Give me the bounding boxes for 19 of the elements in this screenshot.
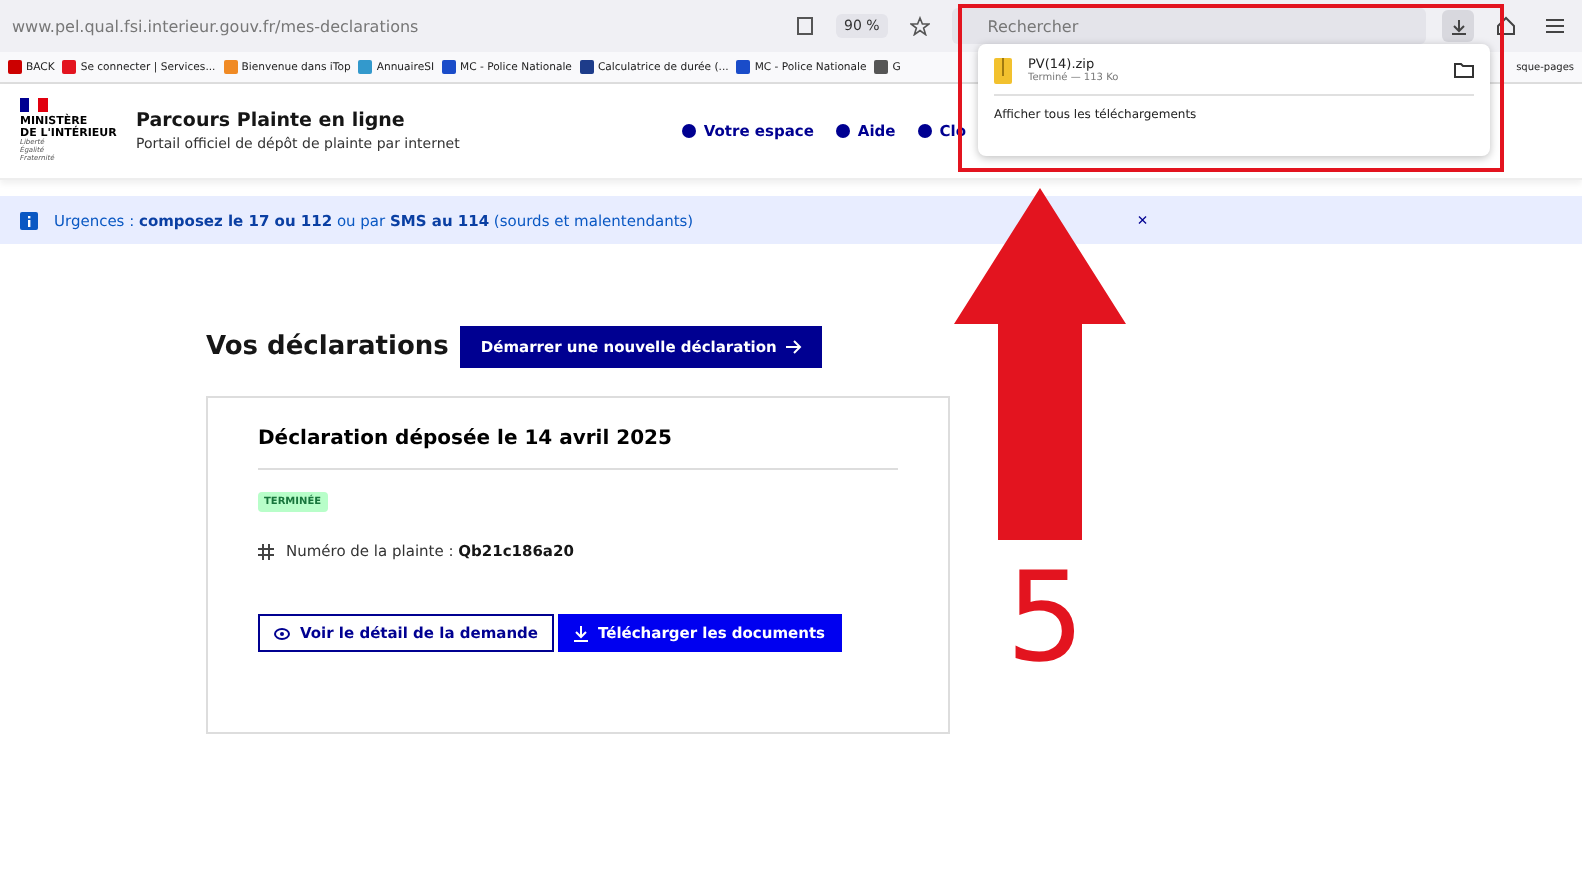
step-number: 5 [1006, 556, 1085, 680]
site-title: Parcours Plainte en ligne [136, 110, 407, 132]
search-field[interactable]: Rechercher [951, 8, 1426, 44]
url-field[interactable]: www.pel.qual.fsi.interieur.gouv.fr/mes-declarations [12, 17, 772, 35]
arrow-right-icon [786, 340, 803, 354]
card-title: Déclaration déposée le 14 avril 2025 [258, 428, 898, 470]
info-icon [835, 124, 850, 138]
flag-icon [20, 98, 48, 113]
download-icon[interactable] [1442, 10, 1474, 42]
folder-icon[interactable] [1454, 62, 1474, 78]
eye-icon [274, 627, 290, 639]
close-button[interactable]: × [1137, 210, 1148, 230]
info-icon [20, 211, 38, 229]
zip-file-icon [994, 57, 1012, 83]
download-icon [574, 625, 588, 641]
page-heading: Vos déclarations [206, 332, 449, 362]
info-icon [917, 124, 932, 138]
hash-icon [258, 543, 274, 559]
info-icon [681, 124, 696, 138]
